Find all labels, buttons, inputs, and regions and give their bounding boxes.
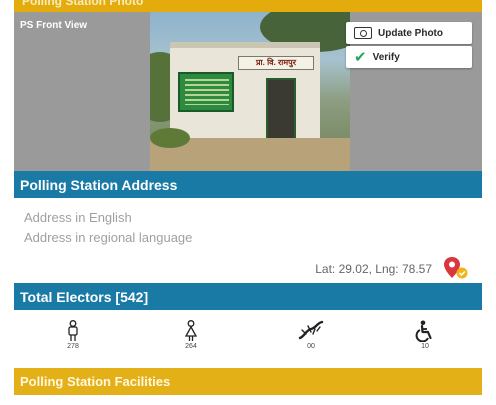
electors-section-header: Total Electors [542] [14, 283, 482, 310]
male-count: 278 [67, 343, 79, 350]
photo-section-header: Polling Station Photo [14, 0, 482, 12]
update-photo-label: Update Photo [378, 27, 443, 39]
female-count: 264 [185, 343, 197, 350]
address-section-header: Polling Station Address [14, 171, 482, 198]
verify-label: Verify [372, 51, 400, 63]
elector-female: 264 [166, 320, 216, 350]
building-sign: प्रा. वि. रामपुर [238, 56, 314, 70]
shrub [150, 128, 190, 148]
door [266, 78, 296, 144]
address-english-field[interactable]: Address in English [24, 210, 132, 225]
third-gender-count: 00 [307, 343, 315, 350]
facilities-section-title: Polling Station Facilities [20, 374, 171, 389]
third-gender-icon [298, 320, 324, 340]
verify-button[interactable]: ✔ Verify [346, 46, 472, 68]
elector-male: 278 [48, 320, 98, 350]
update-photo-button[interactable]: Update Photo [346, 22, 472, 44]
location-pin-icon[interactable] [442, 256, 470, 280]
elector-disabled: 10 [400, 320, 450, 350]
electors-breakdown: 278 264 00 10 [14, 310, 482, 368]
male-icon [68, 320, 78, 341]
address-section-title: Polling Station Address [20, 176, 178, 193]
disabled-icon [415, 320, 432, 342]
elector-third-gender: 00 [286, 320, 336, 350]
disabled-count: 10 [421, 343, 429, 350]
female-icon [184, 320, 198, 341]
photo-section-title: Polling Station Photo [22, 0, 144, 8]
ps-front-view-label: PS Front View [20, 20, 88, 31]
address-section: Address in English Address in regional l… [14, 198, 482, 283]
checkmark-icon: ✔ [354, 48, 367, 66]
facilities-section-header[interactable]: Polling Station Facilities [14, 368, 482, 395]
building: प्रा. वि. रामपुर [170, 42, 320, 144]
notice-board [178, 72, 234, 112]
polling-station-photo[interactable]: प्रा. वि. रामपुर [150, 12, 350, 171]
electors-section-title: Total Electors [542] [20, 288, 149, 305]
lat-lng-text: Lat: 29.02, Lng: 78.57 [315, 262, 432, 276]
camera-icon [354, 27, 372, 39]
address-regional-field[interactable]: Address in regional language [24, 230, 192, 245]
photo-area: PS Front View प्रा. वि. रामपुर Update Ph… [14, 12, 482, 171]
polling-station-screen: Polling Station Photo PS Front View प्रा… [0, 0, 496, 405]
